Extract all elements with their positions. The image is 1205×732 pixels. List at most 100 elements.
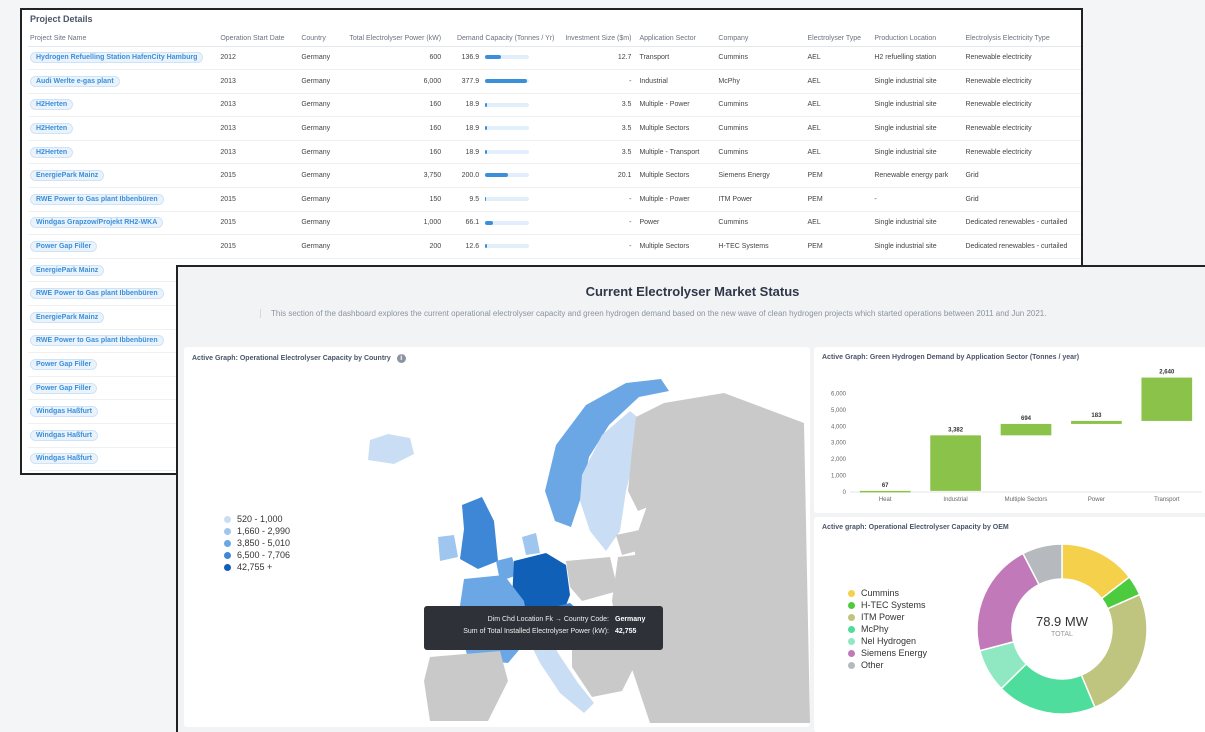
demand-value: 12.6 (465, 243, 480, 251)
cell-location: Single industrial site (872, 234, 964, 259)
cell-year: 2013 (218, 140, 300, 165)
cell-location: Single industrial site (872, 211, 964, 236)
site-name-pill[interactable]: RWE Power to Gas plant Ibbenbüren (30, 335, 164, 347)
site-name-pill[interactable]: H2Herten (30, 146, 74, 158)
bar-value-label: 3,382 (948, 427, 964, 433)
site-name-pill[interactable]: Audi Werlte e-gas plant (30, 75, 120, 87)
cell-demand: 377.9 (447, 69, 561, 94)
site-name-pill[interactable]: Windgas Grapzow/Projekt RH2-WKA (30, 217, 164, 229)
table-row[interactable]: Power Gap Filler 2015 Germany 200 12.6 - Multi… (28, 234, 1081, 259)
donut-chart[interactable] (814, 517, 1205, 732)
country-poland (566, 557, 618, 601)
site-name-pill[interactable]: Power Gap Filler (30, 382, 98, 394)
cell-type: AEL (805, 69, 873, 94)
site-name-pill[interactable]: EnergiePark Mainz (30, 264, 105, 276)
column-header[interactable]: Operation Start Date (218, 32, 300, 47)
column-header[interactable]: Electrolyser Type (805, 32, 873, 47)
cell-location: Single industrial site (872, 140, 964, 165)
project-details-title: Project Details (30, 14, 93, 24)
y-tick-label: 0 (843, 490, 847, 496)
donut-slice[interactable] (1080, 593, 1148, 709)
cell-sector: Power (637, 211, 717, 236)
column-header[interactable]: Country (299, 32, 340, 47)
cell-company: Cummins (716, 46, 806, 71)
table-header-row: Project Site Name Operation Start Date Cou… (28, 32, 1081, 47)
column-header[interactable]: Total Electrolyser Power (kW) (339, 32, 448, 47)
cell-type: PEM (805, 187, 873, 212)
cell-electricity: Renewable electricity (963, 93, 1081, 118)
map-card: Active Graph: Operational Electrolyser C… (184, 347, 810, 727)
legend-item[interactable]: 42,755 + (224, 561, 290, 573)
waterfall-bar (1071, 420, 1122, 424)
cell-electricity: Renewable electricity (963, 46, 1081, 71)
table-row[interactable]: EnergiePark Mainz 2015 Germany 3,750 200.0 20… (28, 163, 1081, 189)
demand-bar (485, 79, 530, 84)
table-row[interactable]: H2Herten 2013 Germany 160 18.9 3.5 Multiple - … (28, 93, 1081, 118)
tooltip-key-country: Dim Chd Location Fk → Country Code: (487, 616, 609, 623)
legend-swatch (224, 563, 231, 571)
tooltip-key-power: Sum of Total Installed Electrolyser Powe… (463, 628, 609, 635)
x-tick-label: Multiple Sectors (1005, 497, 1048, 503)
waterfall-chart[interactable]: 0 1,000 2,000 3,000 4,000 5,000 6,000 67 Heat 3,3… (814, 347, 1205, 513)
cell-company: McPhy (716, 69, 806, 94)
cell-power: 200 (339, 234, 448, 259)
site-name-pill[interactable]: Windgas Haßfurt (30, 406, 98, 418)
site-name-pill[interactable]: H2Herten (30, 99, 74, 111)
map-legend: 520 - 1,000 1,660 - 2,990 3,850 - 5,010 6,5… (224, 513, 290, 573)
waterfall-card: Active Graph: Green Hydrogen Demand by A… (814, 347, 1205, 513)
country-uk (460, 497, 498, 569)
table-row[interactable]: RWE Power to Gas plant Ibbenbüren 2015 Ger… (28, 187, 1081, 212)
demand-value: 66.1 (465, 219, 480, 227)
cell-country: Germany (299, 187, 340, 212)
dashboard-title: Current Electrolyser Market Status (585, 284, 800, 299)
site-name-pill[interactable]: Windgas Haßfurt (30, 453, 98, 465)
site-name-pill[interactable]: RWE Power to Gas plant Ibbenbüren (30, 288, 164, 300)
cell-sector: Multiple - Power (637, 93, 717, 118)
bar-value-label: 2,640 (1159, 370, 1175, 376)
legend-label: 42,755 + (237, 562, 273, 572)
cell-country: Germany (299, 140, 340, 165)
demand-bar (485, 102, 530, 107)
legend-swatch (224, 539, 231, 547)
cell-type: AEL (805, 46, 873, 71)
site-name-pill[interactable]: Hydrogen Refuelling Station HafenCity Ha… (30, 52, 204, 64)
column-header[interactable]: Investment Size ($m) (560, 32, 638, 47)
legend-item[interactable]: 6,500 - 7,706 (224, 549, 290, 561)
cell-demand: 66.1 (447, 211, 561, 236)
table-row[interactable]: Audi Werlte e-gas plant 2013 Germany 6,000 3… (28, 69, 1081, 94)
site-name-pill[interactable]: EnergiePark Mainz (30, 170, 105, 182)
table-row[interactable]: Hydrogen Refuelling Station HafenCity Ha… (28, 46, 1081, 71)
demand-bar (485, 220, 530, 225)
site-name-pill[interactable]: H2Herten (30, 123, 74, 135)
cell-electricity: Grid (963, 163, 1081, 189)
cell-country: Germany (299, 163, 340, 189)
site-name-pill[interactable]: Windgas Haßfurt (30, 429, 98, 441)
table-row[interactable]: Windgas Grapzow/Projekt RH2-WKA 2015 Germa… (28, 211, 1081, 236)
site-name-pill[interactable]: EnergiePark Mainz (30, 311, 105, 323)
legend-item[interactable]: 3,850 - 5,010 (224, 537, 290, 549)
site-name-pill[interactable]: Power Gap Filler (30, 241, 98, 253)
site-name-pill[interactable]: Power Gap Filler (30, 359, 98, 371)
legend-item[interactable]: 1,660 - 2,990 (224, 525, 290, 537)
cell-power: 6,000 (339, 69, 448, 94)
cell-company: Cummins (716, 93, 806, 118)
cell-electricity: Dedicated renewables - curtailed (963, 234, 1081, 259)
column-header[interactable]: Project Site Name (28, 32, 219, 47)
cell-power: 150 (339, 187, 448, 212)
cell-invest: 3.5 (560, 93, 638, 118)
column-header[interactable]: Demand Capacity (Tonnes / Yr) (447, 32, 561, 47)
demand-value: 9.5 (469, 195, 480, 203)
column-header[interactable]: Application Sector (637, 32, 717, 47)
y-tick-label: 2,000 (831, 457, 847, 463)
table-row[interactable]: H2Herten 2013 Germany 160 18.9 3.5 Multiple - … (28, 140, 1081, 165)
column-header[interactable]: Electrolysis Electricity Type (963, 32, 1081, 47)
column-header[interactable]: Production Location (872, 32, 964, 47)
legend-item[interactable]: 520 - 1,000 (224, 513, 290, 525)
column-header[interactable]: Company (716, 32, 806, 47)
demand-value: 200.0 (461, 172, 480, 180)
table-row[interactable]: H2Herten 2013 Germany 160 18.9 3.5 Multiple Se… (28, 116, 1081, 141)
cell-demand: 12.6 (447, 234, 561, 259)
site-name-pill[interactable]: RWE Power to Gas plant Ibbenbüren (30, 193, 164, 205)
cell-location: - (872, 187, 964, 212)
cell-invest: - (560, 234, 638, 259)
